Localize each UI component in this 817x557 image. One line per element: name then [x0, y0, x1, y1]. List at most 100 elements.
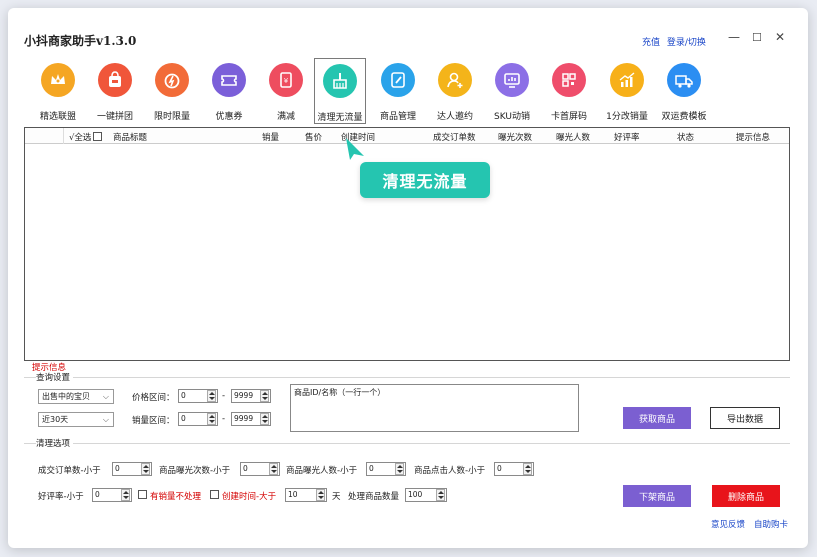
- spinner-icon[interactable]: [141, 463, 150, 475]
- days-unit-label: 天: [332, 492, 341, 502]
- toolbar-item-union[interactable]: 精选联盟: [32, 58, 84, 124]
- recharge-link[interactable]: 充值: [642, 38, 660, 48]
- maximize-icon[interactable]: ☐: [752, 31, 762, 44]
- status-select[interactable]: 出售中的宝贝 ⌵: [38, 389, 114, 404]
- price-range-label: 价格区间：: [132, 393, 175, 403]
- toolbar-item-label: 卡首屏码: [550, 112, 587, 122]
- coupon-icon: [212, 63, 246, 97]
- minimize-icon[interactable]: —: [728, 30, 740, 44]
- spinner-icon[interactable]: [121, 489, 130, 501]
- grid-column-separator: [63, 128, 64, 144]
- toolbar-item-first-screen[interactable]: 卡首屏码: [543, 58, 595, 124]
- toolbar-item-label: 1分改销量: [606, 112, 648, 122]
- grid-header: √全选 商品标题 销量 售价 创建时间 成交订单数 曝光次数 曝光人数 好评率 …: [25, 128, 789, 144]
- sales-max-input[interactable]: 9999: [231, 412, 271, 426]
- column-price[interactable]: 售价: [305, 131, 322, 143]
- spinner-icon[interactable]: [207, 390, 216, 402]
- period-select[interactable]: 近30天 ⌵: [38, 412, 114, 427]
- growth-chart-icon: [610, 63, 644, 97]
- created-after-checkbox[interactable]: [210, 490, 219, 499]
- column-tip[interactable]: 提示信息: [736, 131, 770, 143]
- clean-section-divider: [24, 443, 790, 444]
- toolbar-item-influencer[interactable]: 达人邀约: [429, 58, 481, 124]
- column-exposure-people[interactable]: 曝光人数: [556, 131, 590, 143]
- status-select-value: 出售中的宝贝: [42, 392, 90, 401]
- column-select-all[interactable]: √全选: [69, 133, 91, 143]
- spinner-icon[interactable]: [523, 463, 532, 475]
- batch-count-input[interactable]: 100: [405, 488, 447, 502]
- spinner-icon[interactable]: [395, 463, 404, 475]
- self-purchase-card-link[interactable]: 自助购卡: [754, 518, 788, 530]
- exposure-people-input[interactable]: 0: [366, 462, 406, 476]
- spinner-icon[interactable]: [316, 489, 325, 501]
- toolbar-item-label: 双运费模板: [661, 112, 707, 122]
- toolbar-item-sku[interactable]: SKU动销: [486, 58, 538, 124]
- export-data-button[interactable]: 导出数据: [710, 407, 780, 429]
- price-min-input[interactable]: 0: [178, 389, 218, 403]
- rating-less-than-input[interactable]: 0: [92, 488, 132, 502]
- discount-ticket-icon: ¥: [269, 63, 303, 97]
- delete-products-button[interactable]: 删除商品: [712, 485, 780, 507]
- column-sales[interactable]: 销量: [262, 131, 279, 143]
- chart-board-icon: [495, 63, 529, 97]
- toolbar-item-coupon[interactable]: 优惠券: [203, 58, 255, 124]
- sales-max-value: 9999: [234, 414, 254, 423]
- truck-icon: [667, 63, 701, 97]
- column-exposure-count[interactable]: 曝光次数: [498, 131, 532, 143]
- group-buy-bag-icon: [98, 63, 132, 97]
- login-switch-link[interactable]: 登录/切换: [667, 38, 706, 48]
- toolbar-item-freight[interactable]: 双运费模板: [658, 58, 710, 124]
- spinner-icon[interactable]: [436, 489, 445, 501]
- crown-icon: [41, 63, 75, 97]
- column-status[interactable]: 状态: [677, 131, 694, 143]
- spinner-icon[interactable]: [207, 413, 216, 425]
- spinner-icon[interactable]: [269, 463, 278, 475]
- toolbar-item-product-mgmt[interactable]: 商品管理: [372, 58, 424, 124]
- skip-with-sales-checkbox[interactable]: [138, 490, 147, 499]
- rating-less-than-label: 好评率-小于: [38, 492, 84, 502]
- column-orders[interactable]: 成交订单数: [433, 131, 476, 143]
- query-section-label: 查询设置: [36, 371, 74, 383]
- created-days-input[interactable]: 10: [285, 488, 327, 502]
- toolbar-item-sales-change[interactable]: 1分改销量: [601, 58, 653, 124]
- column-title[interactable]: 商品标题: [113, 131, 147, 143]
- click-people-input[interactable]: 0: [494, 462, 534, 476]
- sales-dash: -: [222, 414, 226, 424]
- product-id-textarea[interactable]: 商品ID/名称（一行一个）: [290, 384, 579, 432]
- top-links: 充值 登录/切换: [642, 35, 710, 48]
- exposure-count-input[interactable]: 0: [240, 462, 280, 476]
- toolbar-item-label: 商品管理: [379, 112, 416, 122]
- qr-grid-icon: [552, 63, 586, 97]
- fetch-products-button[interactable]: 获取商品: [623, 407, 691, 429]
- orders-less-than-input[interactable]: 0: [112, 462, 152, 476]
- column-rating[interactable]: 好评率: [614, 131, 640, 143]
- price-max-input[interactable]: 9999: [231, 389, 271, 403]
- toolbar-item-limited-time[interactable]: 限时限量: [146, 58, 198, 124]
- batch-count-value: 100: [408, 490, 423, 499]
- broom-icon: [323, 64, 357, 98]
- query-section-divider: [24, 377, 790, 378]
- spinner-icon[interactable]: [260, 413, 269, 425]
- exposure-count-label: 商品曝光次数-小于: [159, 466, 231, 476]
- toolbar-item-discount[interactable]: ¥ 满减: [260, 58, 312, 124]
- spinner-icon[interactable]: [260, 390, 269, 402]
- feedback-link[interactable]: 意见反馈: [711, 518, 745, 530]
- sales-min-input[interactable]: 0: [178, 412, 218, 426]
- add-person-icon: [438, 63, 472, 97]
- close-icon[interactable]: ✕: [775, 30, 785, 44]
- toolbar-item-label: 一键拼团: [96, 112, 133, 122]
- period-select-value: 近30天: [42, 415, 69, 424]
- toolbar-item-label: 限时限量: [153, 112, 190, 122]
- rating-value: 0: [95, 490, 100, 499]
- select-all-checkbox[interactable]: [93, 132, 103, 141]
- toolbar-item-group-buy[interactable]: 一键拼团: [89, 58, 141, 124]
- created-after-label[interactable]: 创建时间-大于: [222, 490, 276, 502]
- orders-value: 0: [115, 464, 120, 473]
- svg-text:¥: ¥: [284, 77, 289, 85]
- delist-products-button[interactable]: 下架商品: [623, 485, 691, 507]
- sales-min-value: 0: [181, 414, 186, 423]
- toolbar-item-clean[interactable]: 清理无流量: [314, 58, 366, 124]
- skip-with-sales-label[interactable]: 有销量不处理: [150, 490, 201, 502]
- select-all-header[interactable]: √全选: [69, 131, 103, 143]
- callout-bubble: 清理无流量: [360, 162, 490, 198]
